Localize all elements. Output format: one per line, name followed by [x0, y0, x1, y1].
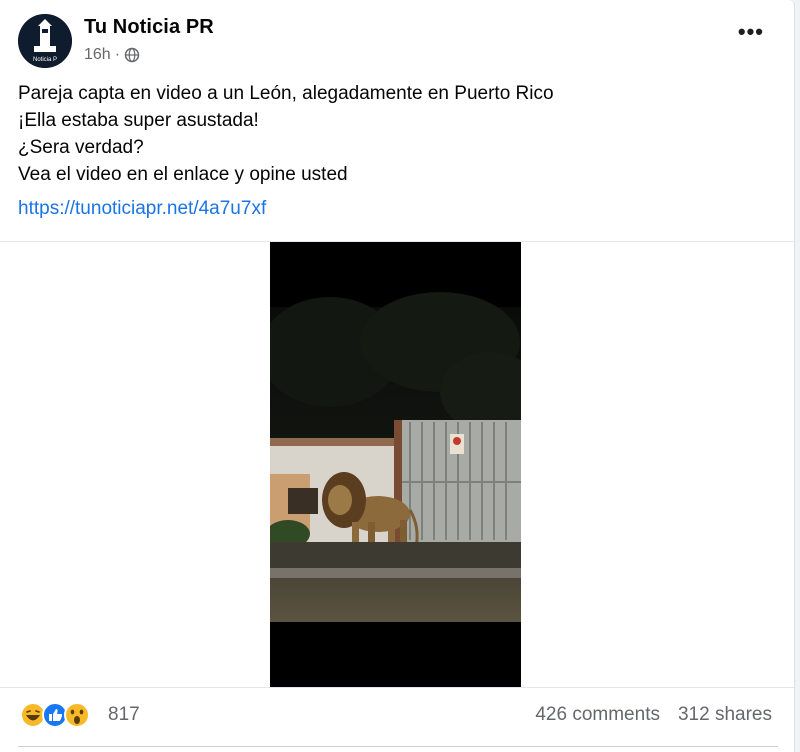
post-line: ¡Ella estaba super asustada!: [18, 110, 259, 131]
engagement-stats: 426 comments 312 shares: [535, 704, 772, 726]
globe-icon: [124, 47, 140, 63]
like-icon: [42, 702, 68, 728]
more-options-icon[interactable]: •••: [738, 21, 764, 43]
post-body: Pareja capta en video a un León, alegada…: [18, 80, 554, 188]
post-line: Vea el video en el enlace y opine usted: [18, 164, 348, 185]
post-meta: 16h ·: [84, 46, 140, 64]
wow-icon: [64, 702, 90, 728]
post-link[interactable]: https://tunoticiapr.net/4a7u7xf: [18, 198, 266, 220]
svg-text:Noticia P: Noticia P: [33, 57, 57, 63]
shares-count[interactable]: 312 shares: [678, 704, 772, 726]
divider: [18, 746, 778, 747]
post-time[interactable]: 16h: [84, 46, 111, 64]
lighthouse-logo-icon: Noticia P: [18, 14, 72, 68]
post-card: Noticia P Tu Noticia PR 16h · ••• Pareja…: [0, 0, 795, 752]
video-thumbnail[interactable]: [260, 242, 540, 687]
page-name[interactable]: Tu Noticia PR: [84, 16, 214, 39]
comments-count[interactable]: 426 comments: [535, 704, 660, 726]
post-line: ¿Sera verdad?: [18, 137, 144, 158]
haha-icon: [20, 702, 46, 728]
divider: [0, 687, 794, 688]
lion-scene-image: [260, 242, 540, 687]
reaction-count: 817: [108, 704, 140, 725]
media-area: [0, 242, 794, 687]
reaction-summary[interactable]: 817: [20, 702, 140, 728]
reaction-icons: [20, 702, 90, 728]
page-avatar[interactable]: Noticia P: [18, 14, 72, 68]
separator-dot: ·: [114, 46, 121, 63]
post-line: Pareja capta en video a un León, alegada…: [18, 83, 554, 104]
